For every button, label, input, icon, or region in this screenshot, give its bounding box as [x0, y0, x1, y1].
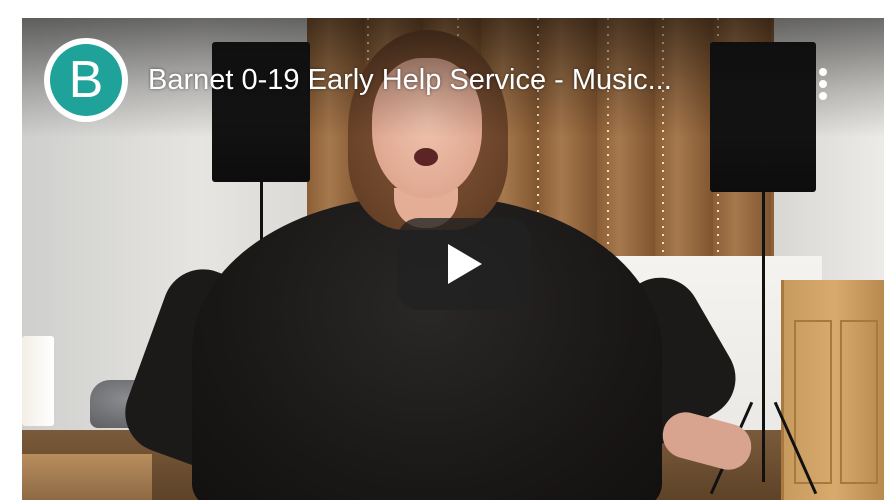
more-options-button[interactable]	[810, 64, 836, 104]
video-title-link[interactable]: Barnet 0-19 Early Help Service - Music..…	[148, 64, 788, 97]
play-icon	[448, 244, 482, 284]
wooden-cabinet	[781, 280, 884, 500]
youtube-embed-player[interactable]: B Barnet 0-19 Early Help Service - Music…	[22, 18, 884, 500]
channel-logo-badge: B	[50, 44, 122, 116]
channel-avatar[interactable]: B	[44, 38, 128, 122]
play-button[interactable]	[397, 218, 531, 310]
lamp	[22, 336, 54, 426]
channel-logo-letter: B	[68, 51, 104, 109]
more-vert-icon	[819, 68, 827, 76]
side-table	[22, 454, 152, 500]
speaker-stand-right	[762, 192, 765, 482]
person-mouth	[414, 148, 438, 166]
